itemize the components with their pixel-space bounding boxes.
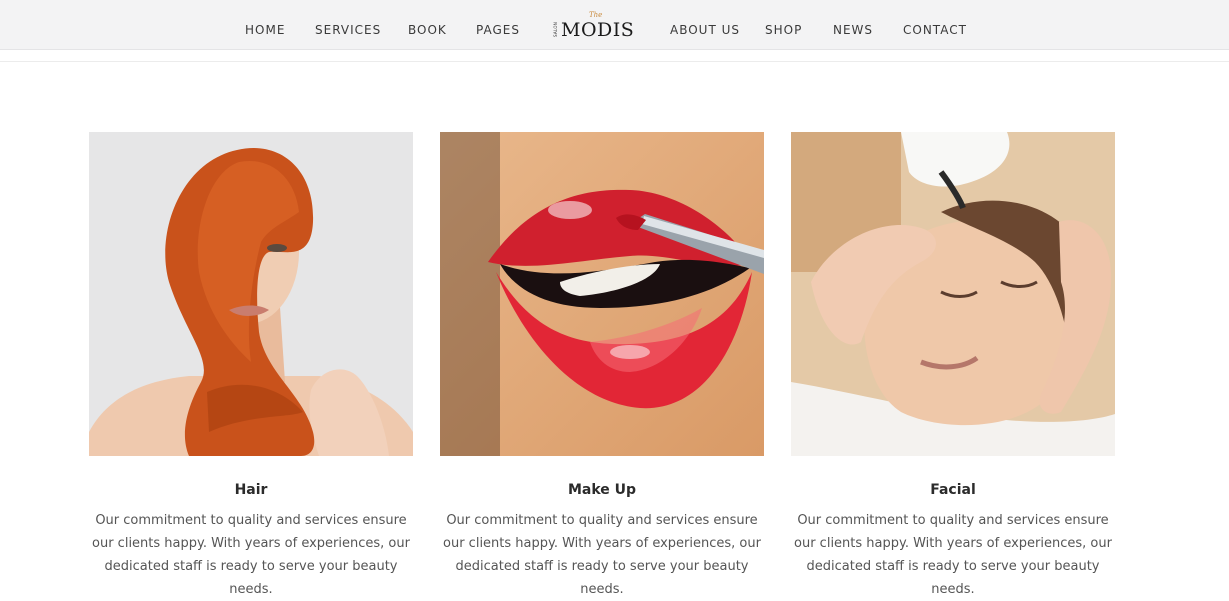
service-card-hair: Hair Our commitment to quality and servi…: [89, 132, 413, 601]
service-card-make-up: Make Up Our commitment to quality and se…: [440, 132, 764, 601]
logo-salon: SALON: [553, 21, 558, 37]
nav-contact[interactable]: CONTACT: [903, 23, 967, 37]
service-title: Make Up: [567, 482, 637, 498]
nav-pages[interactable]: PAGES: [476, 23, 520, 37]
header-divider: [0, 61, 1229, 62]
nav-services[interactable]: SERVICES: [315, 23, 381, 37]
service-card-facial: Facial Our commitment to quality and ser…: [791, 132, 1115, 601]
service-description: Our commitment to quality and services e…: [443, 513, 761, 597]
nav-about-us[interactable]: ABOUT US: [670, 23, 740, 37]
service-description: Our commitment to quality and services e…: [92, 513, 410, 597]
logo-name: MODIS: [561, 19, 635, 41]
hair-model-photo[interactable]: [89, 132, 413, 456]
service-description: Our commitment to quality and services e…: [794, 513, 1112, 597]
service-title: Facial: [930, 482, 976, 498]
nav-news[interactable]: NEWS: [833, 23, 873, 37]
service-title: Hair: [234, 482, 268, 498]
site-header: HOME SERVICES BOOK PAGES The SALON MODIS…: [0, 0, 1229, 50]
nav-home[interactable]: HOME: [245, 23, 285, 37]
nav-shop[interactable]: SHOP: [765, 23, 802, 37]
lipstick-photo[interactable]: [440, 132, 764, 456]
site-logo[interactable]: The SALON MODIS: [553, 10, 635, 42]
facial-massage-photo[interactable]: [791, 132, 1115, 456]
nav-book[interactable]: BOOK: [408, 23, 447, 37]
logo-the: The: [589, 11, 603, 19]
